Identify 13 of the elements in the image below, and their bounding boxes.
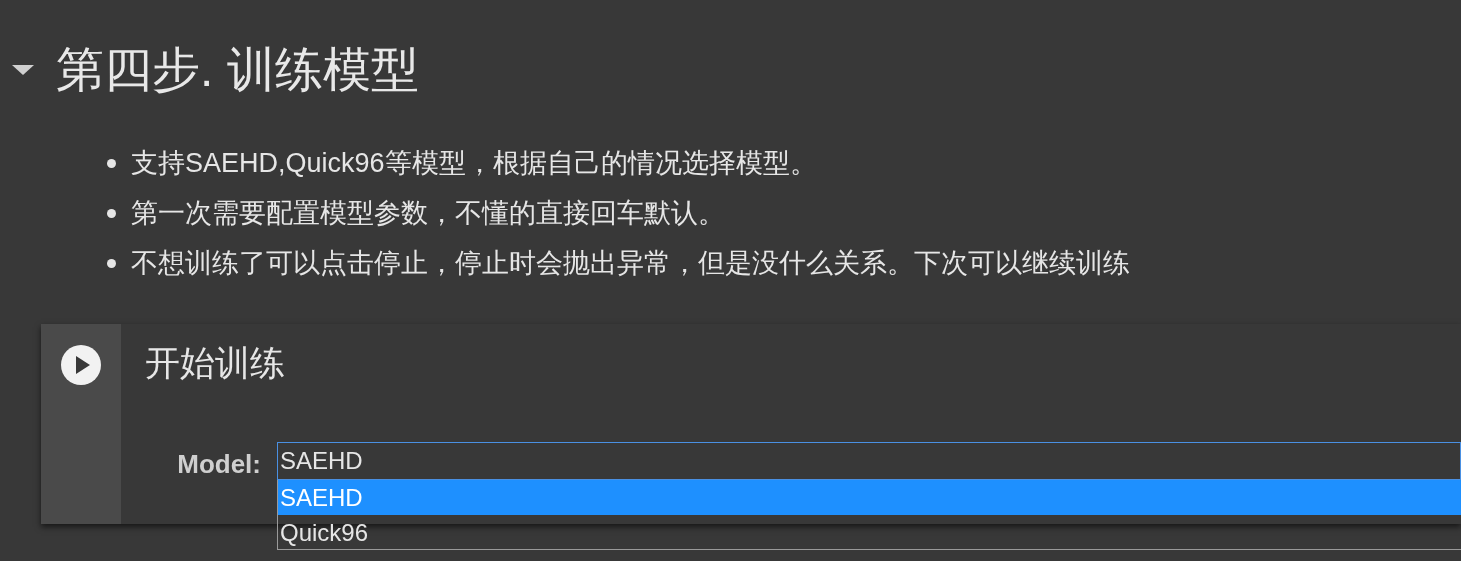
bullet-icon <box>107 258 116 268</box>
model-select[interactable]: SAEHD <box>277 442 1461 480</box>
field-label: Model: <box>176 448 262 481</box>
dropdown-option[interactable]: Quick96 <box>277 515 1461 550</box>
bullet-text: 支持SAEHD,Quick96等模型，根据自己的情况选择模型。 <box>131 146 817 180</box>
bullet-icon <box>107 208 116 218</box>
caret-icon[interactable] <box>12 64 34 76</box>
bullet-text: 第一次需要配置模型参数，不懂的直接回车默认。 <box>131 196 725 230</box>
bullet-icon <box>107 158 116 168</box>
bullet-text: 不想训练了可以点击停止，停止时会抛出异常，但是没什么关系。下次可以继续训练 <box>131 246 1130 280</box>
cell-title: 开始训练 <box>145 342 286 384</box>
run-icon[interactable] <box>61 345 101 385</box>
section-heading: 第四步. 训练模型 <box>56 46 419 94</box>
